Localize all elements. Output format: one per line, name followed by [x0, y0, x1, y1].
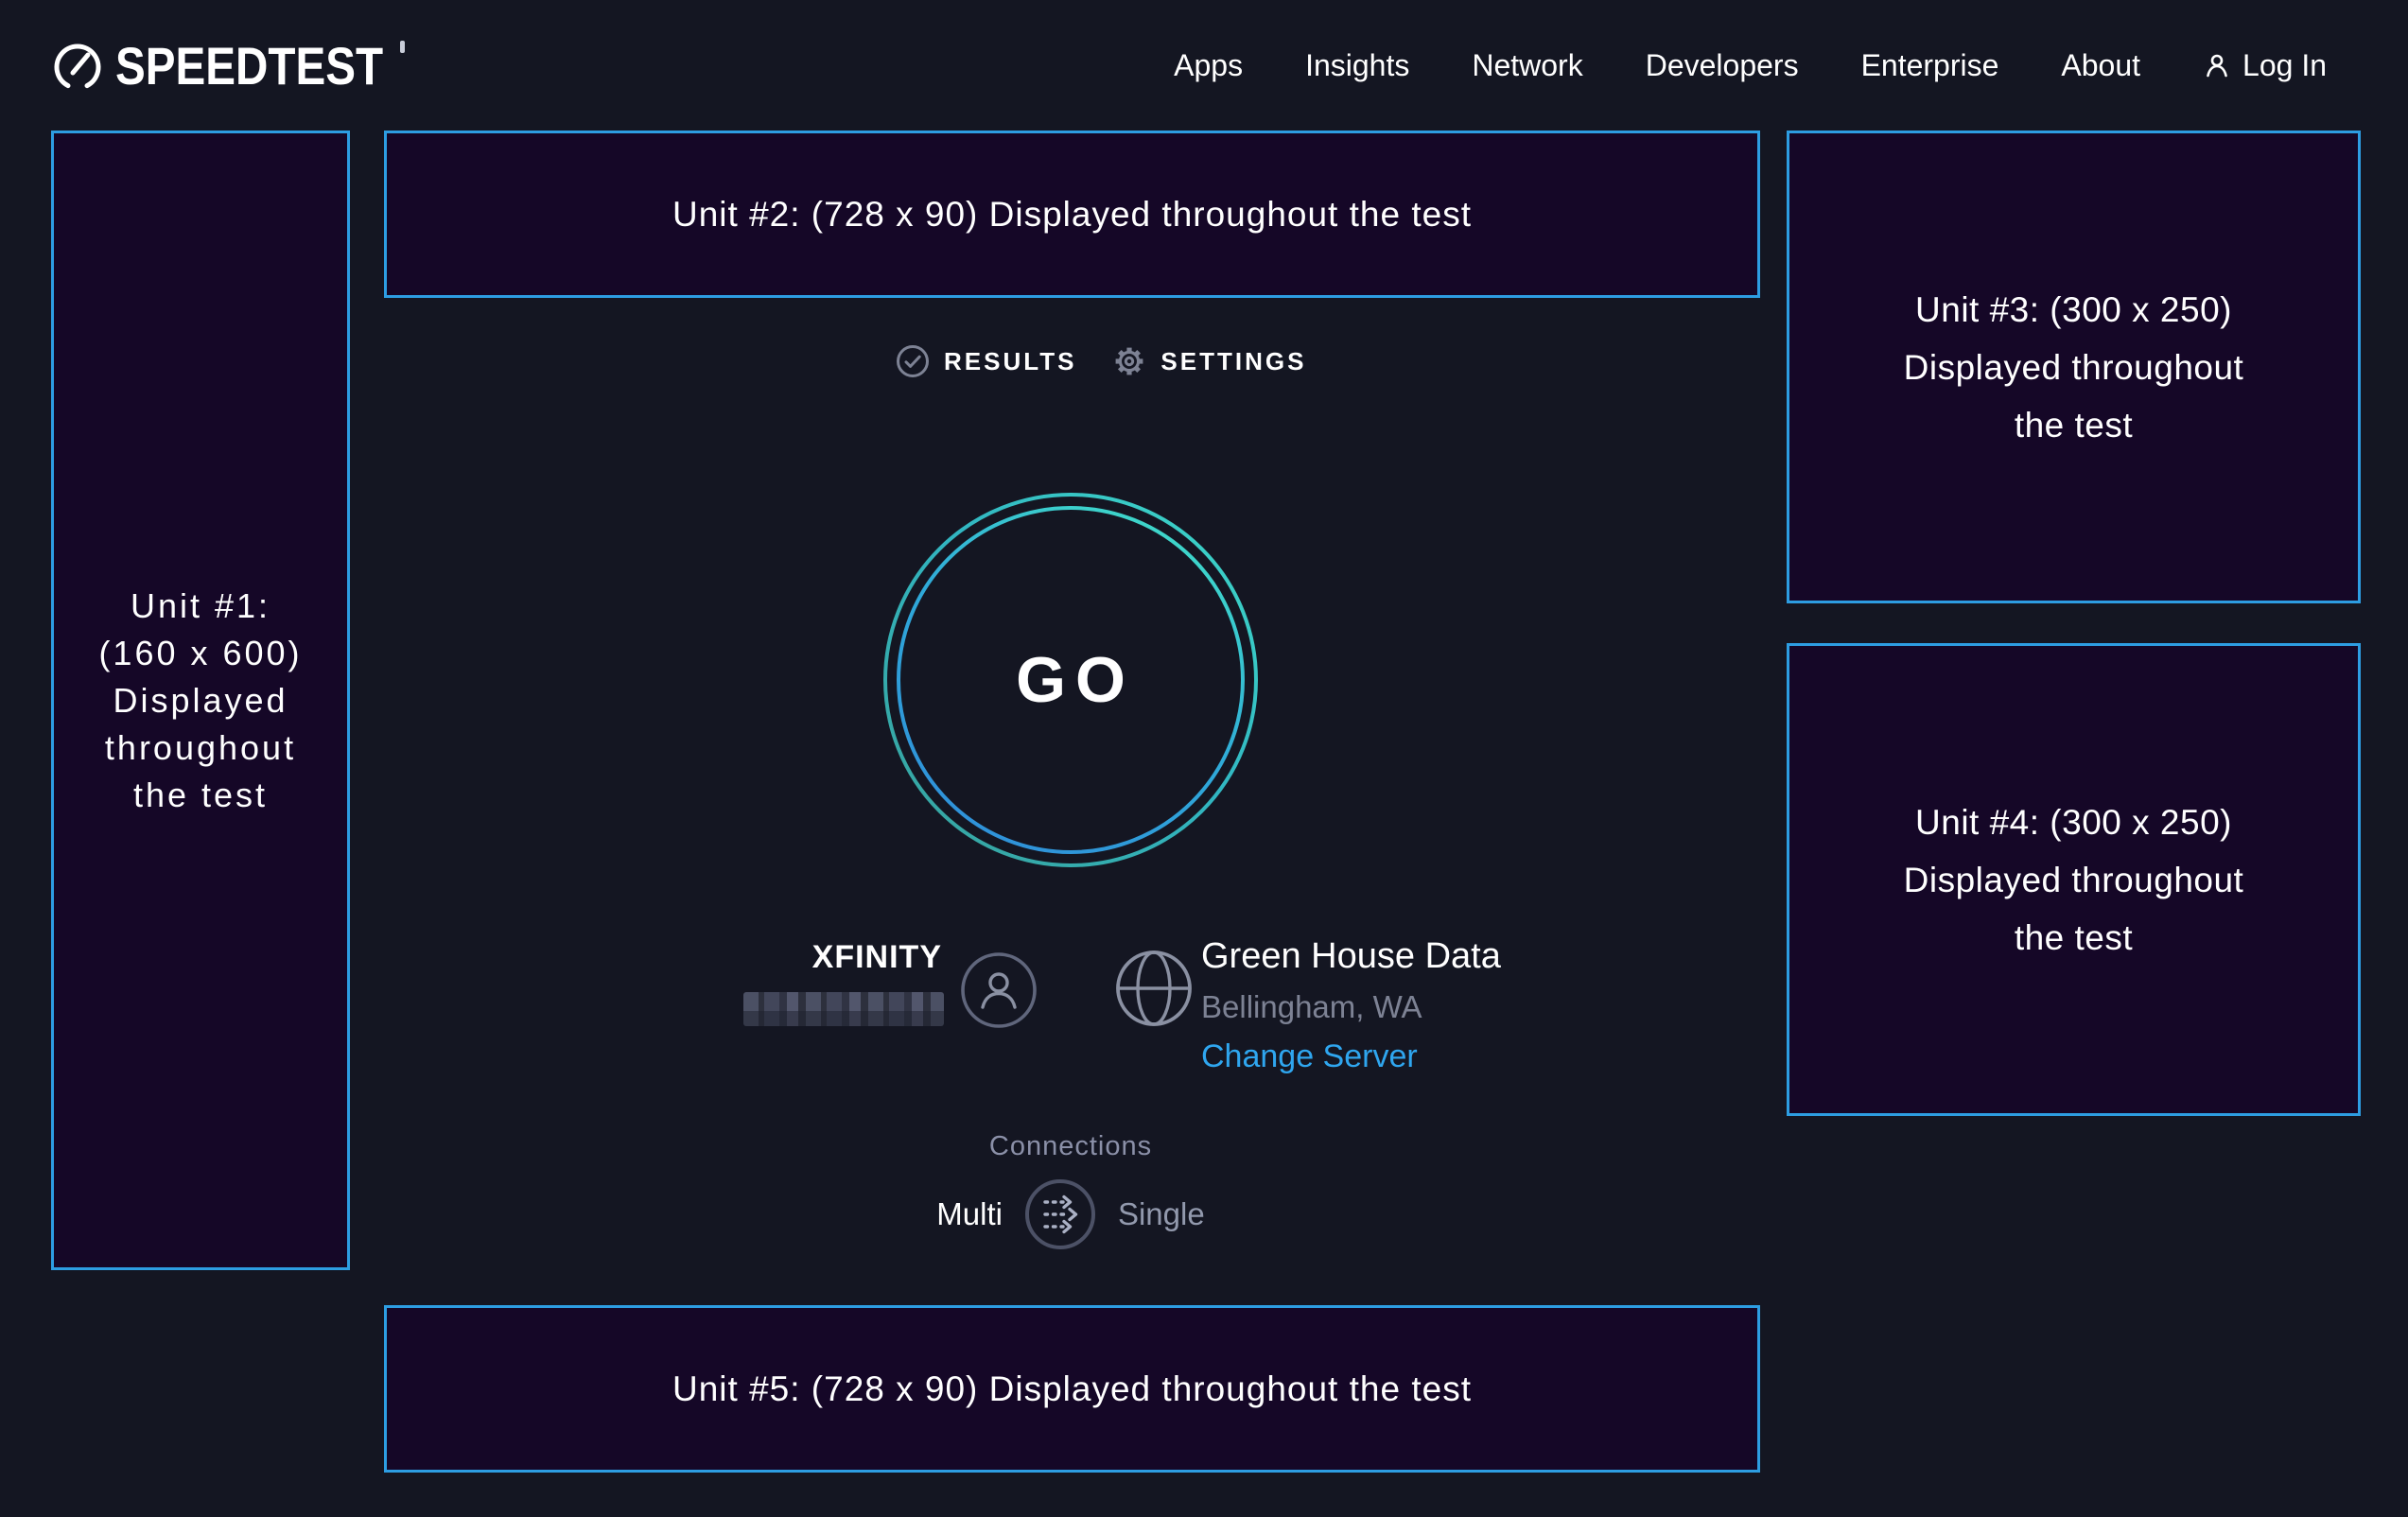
view-tabs: RESULTS [896, 344, 1306, 378]
tab-settings[interactable]: SETTINGS [1112, 344, 1306, 378]
nav-item-about[interactable]: About [2061, 48, 2140, 83]
login-button[interactable]: Log In [2203, 48, 2327, 83]
ad-text-line: the test [133, 772, 268, 819]
tab-settings-label: SETTINGS [1160, 347, 1306, 376]
brand-name: SPEEDTEST [115, 35, 383, 96]
ad-unit-4-rectangle[interactable]: Unit #4: (300 x 250) Displayed throughou… [1787, 643, 2361, 1116]
ad-unit-1-skyscraper[interactable]: Unit #1: (160 x 600) Displayed throughou… [51, 131, 350, 1270]
mode-single-option[interactable]: Single [1118, 1196, 1205, 1232]
check-circle-icon [896, 344, 930, 378]
ad-text-line: throughout [105, 724, 296, 772]
ad-text-line: Unit #1: [131, 583, 270, 630]
change-server-link[interactable]: Change Server [1201, 1038, 1418, 1075]
ad-text-line: Unit #2: (728 x 90) Displayed throughout… [672, 195, 1472, 235]
ad-text-line: Displayed throughout [1904, 339, 2244, 396]
login-label: Log In [2242, 48, 2327, 83]
ad-unit-5-leaderboard[interactable]: Unit #5: (728 x 90) Displayed throughout… [384, 1305, 1760, 1473]
tab-results[interactable]: RESULTS [896, 344, 1076, 378]
nav-item-insights[interactable]: Insights [1305, 48, 1409, 83]
speedtest-gauge-icon [51, 39, 104, 92]
ad-unit-2-leaderboard[interactable]: Unit #2: (728 x 90) Displayed throughout… [384, 131, 1760, 298]
server-name: Green House Data [1201, 936, 1501, 977]
go-button[interactable]: GO [881, 491, 1260, 869]
ad-text-line: Displayed [113, 677, 288, 724]
brand-logo[interactable]: SPEEDTEST [51, 35, 405, 96]
ad-text-line: (160 x 600) [98, 630, 302, 677]
nav-links: Apps Insights Network Developers Enterpr… [1174, 48, 2327, 83]
ip-address-redacted [743, 992, 944, 1026]
mode-multi-option[interactable]: Multi [936, 1196, 1003, 1232]
connections-mode-row: Multi Single [881, 1175, 1260, 1254]
trademark-mark [400, 41, 405, 53]
ad-text-line: the test [2015, 396, 2133, 454]
speedtest-page: SPEEDTEST Apps Insights Network Develope… [0, 0, 2408, 1517]
nav-item-enterprise[interactable]: Enterprise [1861, 48, 1999, 83]
gear-icon [1112, 344, 1146, 378]
server-globe-icon [1114, 949, 1194, 1033]
nav-item-network[interactable]: Network [1472, 48, 1582, 83]
server-location: Bellingham, WA [1201, 989, 1422, 1025]
ad-text-line: the test [2015, 909, 2133, 967]
isp-name: XFINITY [743, 939, 942, 976]
ad-text-line: Displayed throughout [1904, 851, 2244, 909]
nav-item-apps[interactable]: Apps [1174, 48, 1243, 83]
go-label: GO [881, 491, 1260, 869]
user-icon [2203, 51, 2231, 79]
top-nav: SPEEDTEST Apps Insights Network Develope… [0, 0, 2408, 131]
connections-label: Connections [952, 1131, 1189, 1162]
ad-text-line: Unit #3: (300 x 250) [1915, 281, 2232, 339]
tab-results-label: RESULTS [944, 347, 1076, 376]
ad-text-line: Unit #5: (728 x 90) Displayed throughout… [672, 1369, 1472, 1409]
ad-unit-3-rectangle[interactable]: Unit #3: (300 x 250) Displayed throughou… [1787, 131, 2361, 603]
connections-toggle-icon[interactable] [1023, 1177, 1097, 1251]
isp-user-icon [959, 950, 1038, 1035]
nav-item-developers[interactable]: Developers [1646, 48, 1799, 83]
ad-text-line: Unit #4: (300 x 250) [1915, 793, 2232, 851]
